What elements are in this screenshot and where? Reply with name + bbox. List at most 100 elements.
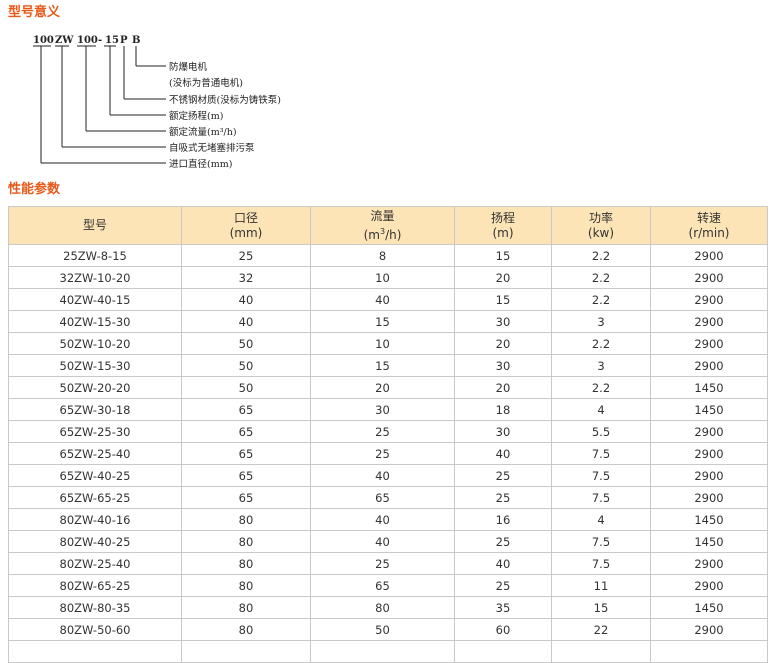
cell-power: 7.5 <box>551 464 651 487</box>
cell-diameter: 80 <box>181 596 311 619</box>
header-diameter: 口径 (mm) <box>181 206 311 245</box>
table-row: 50ZW-10-20 50 10 20 2.2 2900 <box>8 332 768 355</box>
code-part-explosion: B <box>132 35 140 46</box>
model-meaning-title: 型号意义 <box>8 5 61 20</box>
cell-empty <box>181 640 311 663</box>
cell-flow: 25 <box>310 552 455 575</box>
cell-diameter: 65 <box>181 464 311 487</box>
cell-model: 50ZW-20-20 <box>8 376 182 399</box>
cell-model: 80ZW-65-25 <box>8 574 182 597</box>
cell-flow: 65 <box>310 486 455 509</box>
cell-power: 2.2 <box>551 288 651 311</box>
cell-head: 60 <box>454 618 552 641</box>
cell-speed: 2900 <box>650 574 768 597</box>
code-part-diameter: 100 <box>33 35 54 46</box>
header-flow: 流量 (m3/h) <box>310 206 455 245</box>
table-row: 80ZW-80-35 80 80 35 15 1450 <box>8 596 768 619</box>
table-row: 50ZW-20-20 50 20 20 2.2 1450 <box>8 376 768 399</box>
table-row: 50ZW-15-30 50 15 30 3 2900 <box>8 354 768 377</box>
cell-diameter: 25 <box>181 244 311 267</box>
cell-head: 20 <box>454 332 552 355</box>
cell-empty <box>650 640 768 663</box>
cell-model: 65ZW-25-40 <box>8 442 182 465</box>
cell-power: 7.5 <box>551 442 651 465</box>
cell-head: 16 <box>454 508 552 531</box>
cell-diameter: 65 <box>181 442 311 465</box>
cell-model: 80ZW-25-40 <box>8 552 182 575</box>
cell-diameter: 80 <box>181 574 311 597</box>
cell-empty <box>8 640 182 663</box>
cell-speed: 2900 <box>650 442 768 465</box>
cell-speed: 2900 <box>650 310 768 333</box>
table-row: 65ZW-25-40 65 25 40 7.5 2900 <box>8 442 768 465</box>
cell-head: 40 <box>454 442 552 465</box>
cell-power: 3 <box>551 310 651 333</box>
performance-table: 型号 口径 (mm) 流量 (m3/h) 扬程 (m) 功率 (kw) 转速 (r/min… <box>8 206 768 663</box>
cell-speed: 2900 <box>650 288 768 311</box>
table-row: 80ZW-25-40 80 25 40 7.5 2900 <box>8 552 768 575</box>
cell-diameter: 80 <box>181 618 311 641</box>
cell-flow: 30 <box>310 398 455 421</box>
cell-speed: 1450 <box>650 376 768 399</box>
cell-diameter: 80 <box>181 530 311 553</box>
cell-head: 25 <box>454 464 552 487</box>
cell-empty <box>551 640 651 663</box>
cell-head: 25 <box>454 486 552 509</box>
cell-model: 65ZW-25-30 <box>8 420 182 443</box>
cell-head: 30 <box>454 310 552 333</box>
model-code-diagram: 100 ZW 100 - 15 P B 防爆电机 (没标为普通电机) 不锈钢材质… <box>33 35 281 170</box>
explain-pump-type: 自吸式无堵塞排污泵 <box>169 142 255 154</box>
cell-flow: 20 <box>310 376 455 399</box>
cell-flow: 10 <box>310 332 455 355</box>
table-row: 40ZW-40-15 40 40 15 2.2 2900 <box>8 288 768 311</box>
cell-flow: 40 <box>310 508 455 531</box>
table-row: 80ZW-40-16 80 40 16 4 1450 <box>8 508 768 531</box>
explain-rated-flow: 额定流量(m³/h) <box>169 126 237 138</box>
cell-power: 2.2 <box>551 266 651 289</box>
cell-flow: 50 <box>310 618 455 641</box>
cell-power: 11 <box>551 574 651 597</box>
table-row: 65ZW-65-25 65 65 25 7.5 2900 <box>8 486 768 509</box>
cell-empty <box>454 640 552 663</box>
cell-diameter: 32 <box>181 266 311 289</box>
explain-inlet-diameter: 进口直径(mm) <box>169 158 232 170</box>
table-body: 25ZW-8-15 25 8 15 2.2 2900 32ZW-10-20 32 10 20 2.2… <box>8 244 768 663</box>
cell-head: 20 <box>454 266 552 289</box>
cell-speed: 1450 <box>650 508 768 531</box>
table-row-empty <box>8 640 768 663</box>
table-row: 40ZW-15-30 40 15 30 3 2900 <box>8 310 768 333</box>
performance-title: 性能参数 <box>8 182 61 197</box>
table-row: 65ZW-25-30 65 25 30 5.5 2900 <box>8 420 768 443</box>
cell-power: 2.2 <box>551 332 651 355</box>
cell-diameter: 50 <box>181 354 311 377</box>
cell-power: 22 <box>551 618 651 641</box>
cell-head: 18 <box>454 398 552 421</box>
cell-model: 80ZW-40-25 <box>8 530 182 553</box>
table-header-row: 型号 口径 (mm) 流量 (m3/h) 扬程 (m) 功率 (kw) 转速 (r/min… <box>8 206 768 245</box>
cell-diameter: 65 <box>181 486 311 509</box>
cell-head: 40 <box>454 552 552 575</box>
explain-stainless: 不锈钢材质(没标为铸铁泵) <box>169 94 281 106</box>
cell-diameter: 40 <box>181 310 311 333</box>
cell-model: 40ZW-40-15 <box>8 288 182 311</box>
cell-speed: 1450 <box>650 398 768 421</box>
cell-flow: 40 <box>310 530 455 553</box>
header-power: 功率 (kw) <box>551 206 651 245</box>
cell-head: 35 <box>454 596 552 619</box>
cell-head: 15 <box>454 288 552 311</box>
cell-head: 30 <box>454 354 552 377</box>
header-speed: 转速 (r/min) <box>650 206 768 245</box>
cell-model: 80ZW-50-60 <box>8 618 182 641</box>
explain-rated-head: 额定扬程(m) <box>169 110 223 122</box>
cell-flow: 8 <box>310 244 455 267</box>
table-row: 32ZW-10-20 32 10 20 2.2 2900 <box>8 266 768 289</box>
cell-head: 25 <box>454 574 552 597</box>
explain-explosion-proof: 防爆电机 <box>169 61 208 73</box>
cell-power: 2.2 <box>551 244 651 267</box>
cell-model: 32ZW-10-20 <box>8 266 182 289</box>
cell-flow: 65 <box>310 574 455 597</box>
cell-speed: 2900 <box>650 486 768 509</box>
cell-head: 15 <box>454 244 552 267</box>
table-row: 80ZW-65-25 80 65 25 11 2900 <box>8 574 768 597</box>
cell-speed: 1450 <box>650 530 768 553</box>
